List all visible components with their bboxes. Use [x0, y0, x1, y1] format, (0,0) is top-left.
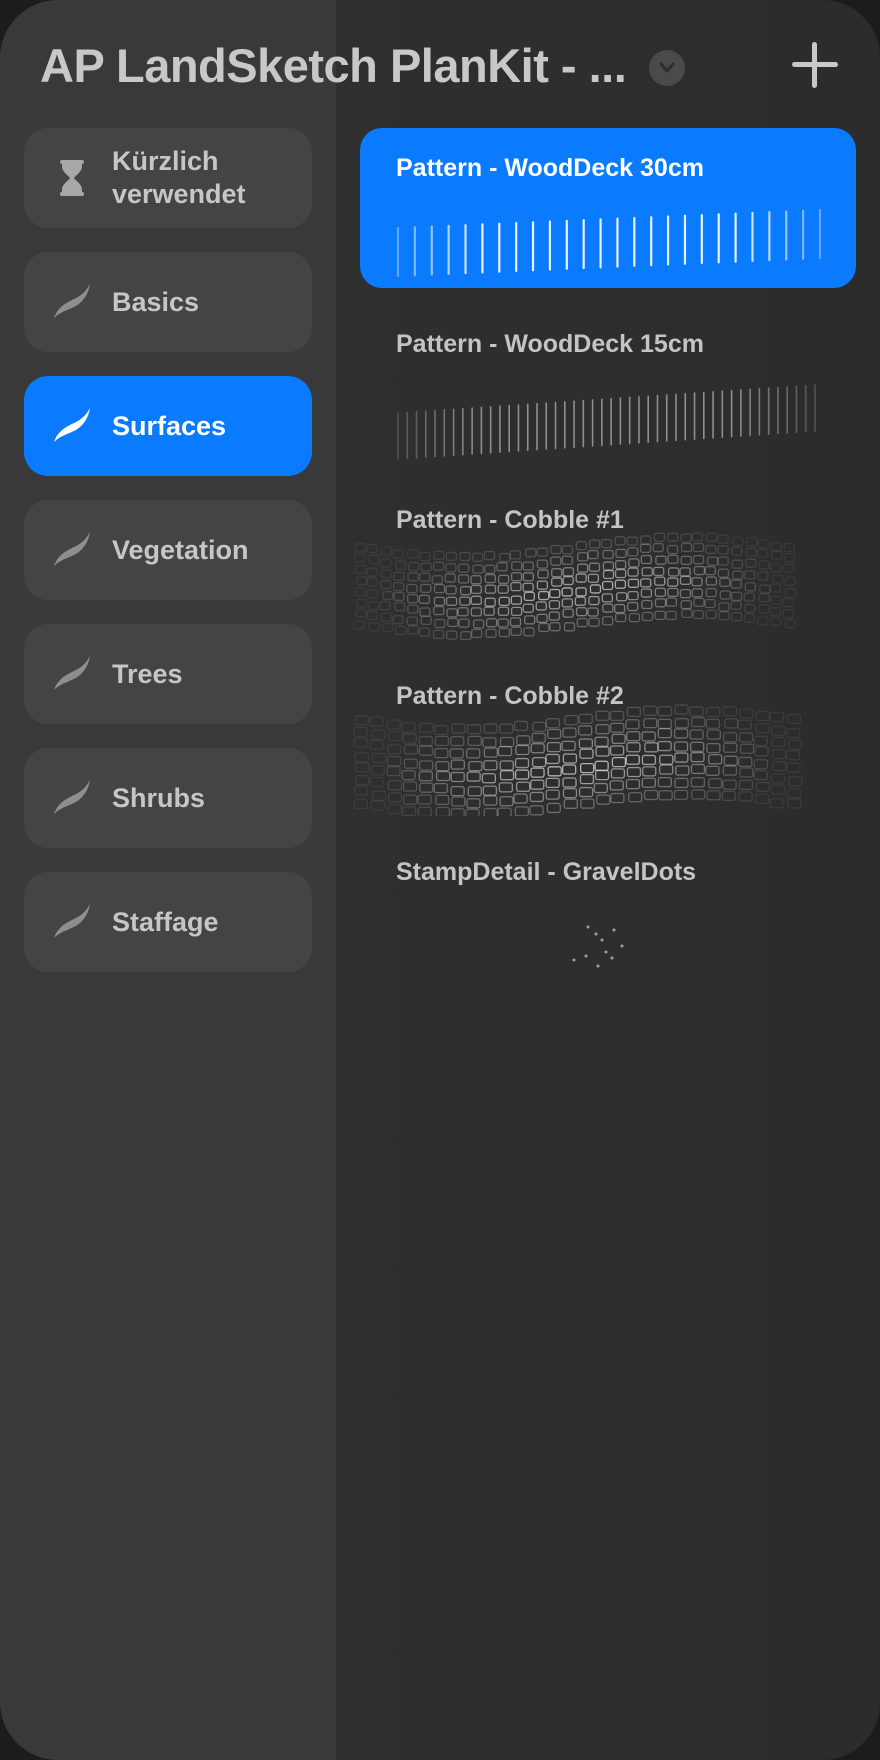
brush-stroke-preview	[353, 704, 803, 816]
brush-stroke-icon	[54, 408, 90, 442]
sidebar-item-label: Basics	[112, 286, 200, 317]
brush-name: Pattern - Cobble #2	[396, 682, 624, 710]
brush-item-cobble-2[interactable]: Pattern - Cobble #2	[353, 656, 856, 816]
brush-stroke-preview	[396, 208, 822, 278]
brush-stroke-icon	[54, 284, 90, 318]
sidebar-item-recent[interactable]: Kürzlich verwendet	[24, 128, 312, 228]
sidebar-item-label: Surfaces	[112, 410, 227, 441]
sidebar-item-staffage[interactable]: Staffage	[24, 872, 312, 972]
brush-stroke-preview	[572, 925, 624, 968]
brush-stroke-icon	[54, 904, 90, 938]
sidebar-item-basics[interactable]: Basics	[24, 252, 312, 352]
brush-name: Pattern - WoodDeck 15cm	[396, 330, 704, 358]
sidebar-item-label: Vegetation	[112, 534, 249, 565]
brush-item-wooddeck-15cm[interactable]: Pattern - WoodDeck 15cm	[360, 304, 856, 464]
sidebar-item-vegetation[interactable]: Vegetation	[24, 500, 312, 600]
chevron-down-icon[interactable]	[649, 50, 685, 86]
header: AP LandSketch PlanKit - ...	[0, 0, 880, 130]
sidebar-item-label: Trees	[112, 658, 183, 689]
brush-item-cobble-1[interactable]: Pattern - Cobble #1	[353, 480, 856, 640]
brush-item-wooddeck-30cm[interactable]: Pattern - WoodDeck 30cm	[360, 128, 856, 288]
brush-library-panel: AP LandSketch PlanKit - ... Kürzlich ver…	[0, 0, 880, 1760]
sidebar-item-label: Staffage	[112, 906, 219, 937]
brush-stroke-icon	[54, 656, 90, 690]
sidebar-item-shrubs[interactable]: Shrubs	[24, 748, 312, 848]
sidebar-item-surfaces[interactable]: Surfaces	[24, 376, 312, 476]
brush-item-graveldots[interactable]: StampDetail - GravelDots	[360, 832, 856, 992]
brush-stroke-icon	[54, 532, 90, 566]
sidebar-item-label: Kürzlich verwendet	[112, 146, 246, 209]
brush-stroke-icon	[54, 780, 90, 814]
sidebar-item-label: Shrubs	[112, 782, 206, 813]
library-title[interactable]: AP LandSketch PlanKit - ...	[40, 38, 640, 93]
brush-name: Pattern - WoodDeck 30cm	[396, 154, 704, 182]
sidebar-item-trees[interactable]: Trees	[24, 624, 312, 724]
brush-stroke-preview	[353, 532, 797, 640]
brush-name: StampDetail - GravelDots	[396, 858, 697, 886]
hourglass-icon	[60, 160, 84, 196]
plus-icon[interactable]	[790, 40, 840, 90]
brush-stroke-preview	[397, 384, 816, 460]
brush-name: Pattern - Cobble #1	[396, 506, 624, 534]
